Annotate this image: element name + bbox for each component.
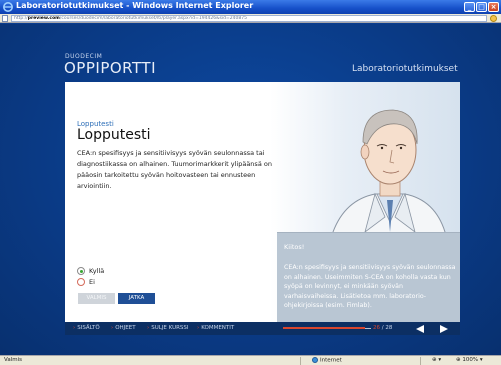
maximize-button[interactable]: □	[476, 2, 487, 12]
arrow-right-icon: ›	[73, 325, 76, 331]
triangle-right-icon	[439, 325, 448, 333]
window-title: Laboratoriotutkimukset - Windows Interne…	[16, 1, 254, 10]
question-text: CEA:n spesifisyys ja sensitiivisyys syöv…	[77, 149, 272, 190]
nav-kommentit[interactable]: › KOMMENTIT	[197, 325, 234, 331]
course-title: Laboratoriotutkimukset	[352, 64, 458, 74]
answer-option-ei[interactable]: Ei	[77, 278, 95, 286]
arrow-right-icon: ›	[197, 325, 200, 331]
page-content: DUODECIM OPPIPORTTI Laboratoriotutkimuks…	[0, 24, 501, 355]
feedback-text: CEA:n spesifisyys ja sensitiivisyys syöv…	[284, 264, 456, 309]
slide-panel: Lopputesti Lopputesti CEA:n spesifisyys …	[65, 82, 460, 322]
globe-icon	[312, 357, 318, 363]
arrow-right-icon: ›	[147, 325, 150, 331]
url-field[interactable]: http://preview.com/courses/duodecim/labo…	[11, 15, 487, 22]
address-bar: http://preview.com/courses/duodecim/labo…	[0, 14, 501, 23]
radio-selected-icon[interactable]	[77, 267, 85, 275]
security-icon[interactable]	[490, 15, 497, 22]
feedback-box: Kiitos! CEA:n spesifisyys ja sensitiivis…	[277, 232, 460, 322]
security-zone: Internet	[312, 357, 342, 364]
page-icon	[2, 15, 8, 22]
feedback-title: Kiitos!	[284, 243, 305, 251]
valmis-button[interactable]: VALMIS	[78, 293, 115, 304]
triangle-left-icon	[415, 325, 424, 333]
status-text: Valmis	[4, 357, 22, 363]
arrow-right-icon: ›	[111, 325, 114, 331]
next-page-button[interactable]	[435, 323, 452, 334]
close-window-button[interactable]: ×	[488, 2, 499, 12]
nav-sulje-kurssi[interactable]: › SULJE KURSSI	[147, 325, 189, 331]
previous-page-button[interactable]	[411, 323, 428, 334]
status-bar: Valmis Internet ⊕ ▾ ⊕ 100% ▾	[0, 355, 501, 365]
protected-mode-icon[interactable]: ⊕ ▾	[432, 357, 441, 363]
minimize-button[interactable]: _	[464, 2, 475, 12]
page-title: Lopputesti	[77, 127, 151, 143]
ie-logo-icon	[3, 2, 13, 12]
zoom-control[interactable]: ⊕ 100% ▾	[456, 357, 483, 363]
radio-empty-icon[interactable]	[77, 278, 85, 286]
page-counter: 26 / 28	[373, 325, 393, 331]
answer-option-kylla[interactable]: Kyllä	[77, 267, 104, 275]
nav-sisalto[interactable]: › SISÄLTÖ	[73, 325, 100, 331]
page-slider-fill	[283, 327, 365, 329]
browser-window: Laboratoriotutkimukset - Windows Interne…	[0, 0, 501, 365]
brand-logo: OPPIPORTTI	[64, 59, 156, 77]
nav-ohjeet[interactable]: › OHJEET	[111, 325, 136, 331]
jatka-button[interactable]: JATKA	[118, 293, 155, 304]
bottom-navbar: › SISÄLTÖ › OHJEET › SULJE KURSSI › KOMMENTI…	[65, 322, 460, 335]
title-bar: Laboratoriotutkimukset - Windows Interne…	[0, 0, 501, 14]
